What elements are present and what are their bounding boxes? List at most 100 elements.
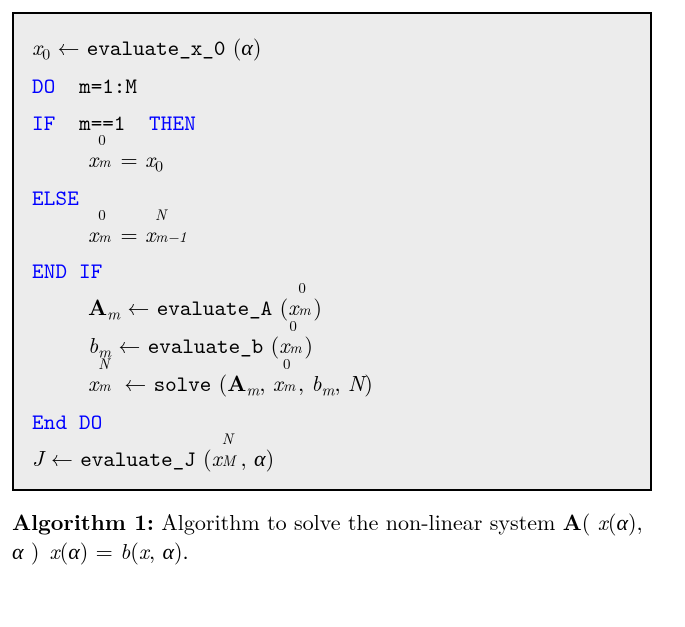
- op: ).: [174, 535, 189, 566]
- var-b: b: [311, 367, 321, 398]
- fn-evaluate-J: evaluate_J: [80, 444, 196, 473]
- eq: =: [113, 218, 145, 249]
- sub: m: [298, 298, 310, 321]
- algo-line-4: x0m00 = x0: [32, 142, 632, 178]
- var-alpha: α: [12, 535, 24, 566]
- sup: 0: [298, 276, 305, 299]
- comma: ,: [259, 367, 272, 398]
- fn-evaluate-b: evaluate_b: [148, 331, 264, 360]
- sup: N: [98, 352, 109, 375]
- op: (: [130, 535, 139, 566]
- sub-m: m: [107, 302, 120, 325]
- var-alpha: α: [254, 442, 266, 473]
- comma: ,: [241, 442, 254, 473]
- paren-close: ): [266, 442, 275, 473]
- var-x: x: [145, 143, 155, 174]
- var-alpha: α: [68, 535, 80, 566]
- sup: N: [155, 203, 166, 226]
- algo-line-8: Am ← evaluate_A (x0m00): [32, 290, 632, 326]
- paren-close: ): [253, 31, 262, 62]
- paren-open: (: [263, 329, 279, 360]
- var-alpha: α: [616, 506, 628, 537]
- paren-open: (: [211, 367, 227, 398]
- arrow: ←: [111, 329, 148, 360]
- kw-then: THEN: [149, 108, 196, 137]
- sub: m: [98, 374, 110, 397]
- kw-endif: END IF: [32, 256, 103, 285]
- var-b: b: [120, 535, 130, 566]
- supsub: 0m00: [283, 366, 298, 400]
- sup: 0: [283, 352, 290, 375]
- var-alpha: α: [241, 31, 253, 62]
- var-x: x: [49, 535, 59, 566]
- kw-do: DO: [32, 71, 56, 100]
- algorithm-caption: Algorithm 1: Algorithm to solve the non-…: [12, 507, 652, 566]
- sub: m: [283, 374, 295, 397]
- algo-line-5: ELSE: [32, 180, 632, 215]
- paren-close: ): [304, 329, 313, 360]
- fn-evaluate-A: evaluate_A: [157, 293, 273, 322]
- sup: N: [222, 427, 233, 450]
- op: ): [24, 535, 47, 566]
- var-b: b: [88, 329, 98, 360]
- eq: =: [113, 143, 145, 174]
- algo-line-2: DO m=1:M: [32, 68, 632, 103]
- var-J: J: [32, 442, 44, 473]
- algo-line-7: END IF: [32, 253, 632, 288]
- algo-line-1: x0 ← evaluate_x_0 (α): [32, 30, 632, 66]
- fn-solve: solve: [154, 369, 212, 398]
- fn-evaluate-x0: evaluate_x_0: [87, 33, 226, 62]
- sub-0: 0: [155, 154, 163, 177]
- comma: ,: [298, 367, 311, 398]
- sup: 0: [98, 203, 105, 226]
- supsub: 0m00: [98, 217, 113, 251]
- var-x: x: [88, 143, 98, 174]
- sup: 0: [98, 128, 105, 151]
- var-x: x: [139, 535, 149, 566]
- op: ),: [628, 506, 643, 537]
- op: ) =: [80, 535, 120, 566]
- algorithm-box: x0 ← evaluate_x_0 (α) DO m=1:M IF m==1 T…: [12, 12, 652, 491]
- arrow: ←: [117, 367, 154, 398]
- sub-0: 0: [42, 41, 50, 64]
- var-A: A: [227, 367, 246, 398]
- sup: 0: [289, 314, 296, 337]
- var-A: A: [563, 506, 582, 537]
- algo-line-3: IF m==1 THEN: [32, 105, 632, 140]
- paren-close: ): [313, 291, 322, 322]
- var-x: x: [598, 506, 608, 537]
- arrow: ←: [44, 442, 81, 473]
- algo-line-11: End DO: [32, 404, 632, 439]
- sub-m: m: [246, 378, 259, 401]
- sub-m: m: [322, 378, 335, 401]
- sub: M: [222, 449, 235, 472]
- supsub: 0m00: [289, 328, 304, 362]
- kw-else: ELSE: [32, 183, 79, 212]
- var-x: x: [88, 367, 98, 398]
- var-x: x: [88, 218, 98, 249]
- kw-enddo: End DO: [32, 407, 103, 436]
- paren-open: (: [272, 291, 288, 322]
- var-A: A: [88, 291, 107, 322]
- comma: ,: [334, 367, 347, 398]
- supsub: NMN0: [222, 441, 241, 475]
- sub: m: [98, 225, 110, 248]
- op: (: [582, 506, 598, 537]
- loop-range: m=1:M: [68, 71, 137, 100]
- kw-if: IF: [32, 108, 56, 137]
- op: (: [60, 535, 69, 566]
- sub: m: [98, 150, 110, 173]
- algo-line-10: xNmN0 ← solve (Am, x0m00, bm, N): [32, 366, 632, 402]
- arrow: ←: [50, 31, 87, 62]
- algo-line-6: x0m00 = xNm−1m−1: [32, 217, 632, 251]
- supsub: NmN0: [98, 366, 117, 400]
- var-N: N: [348, 367, 364, 398]
- paren-close: ): [364, 367, 373, 398]
- sub: m: [289, 336, 301, 359]
- supsub: Nm−1m−1: [155, 217, 187, 251]
- supsub: 0m00: [98, 142, 113, 176]
- arrow: ←: [120, 291, 157, 322]
- var-x: x: [32, 31, 42, 62]
- var-x: x: [273, 367, 283, 398]
- caption-text: Algorithm to solve the non-linear system: [154, 506, 563, 537]
